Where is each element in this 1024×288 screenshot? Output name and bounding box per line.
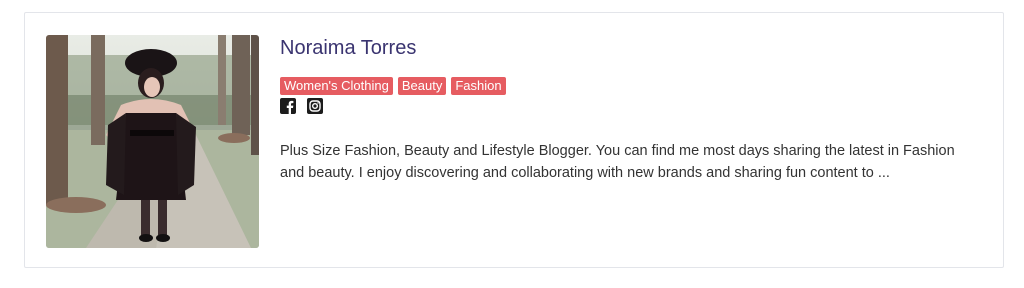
instagram-icon[interactable]: [307, 98, 323, 114]
profile-bio: Plus Size Fashion, Beauty and Lifestyle …: [280, 143, 955, 181]
influencer-card: Noraima Torres Women's Clothing Beauty F…: [24, 12, 1004, 268]
category-tags: Women's Clothing Beauty Fashion: [280, 77, 980, 95]
profile-info: Noraima Torres Women's Clothing Beauty F…: [280, 35, 980, 184]
social-links: [280, 98, 980, 116]
profile-photo[interactable]: [46, 35, 259, 248]
tag-womens-clothing[interactable]: Women's Clothing: [280, 77, 393, 95]
facebook-icon[interactable]: [280, 98, 296, 114]
tag-beauty[interactable]: Beauty: [397, 77, 447, 95]
profile-name[interactable]: Noraima Torres: [280, 35, 980, 61]
tag-fashion[interactable]: Fashion: [451, 77, 506, 95]
